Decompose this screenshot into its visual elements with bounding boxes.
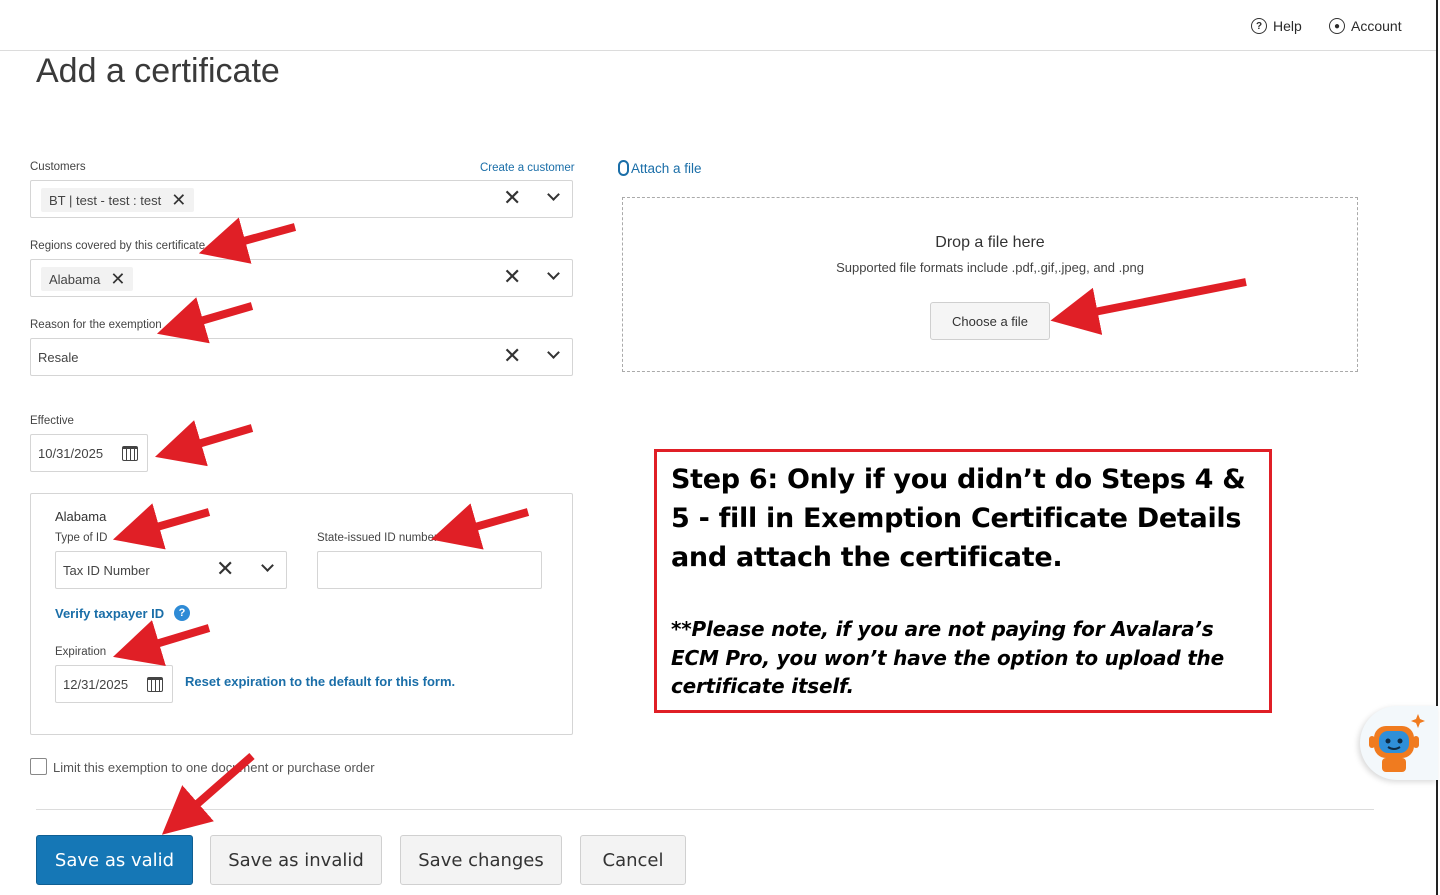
expiration-date-input[interactable]: 12/31/2025: [55, 665, 173, 703]
type-of-id-label: Type of ID: [55, 532, 108, 544]
cancel-button[interactable]: Cancel: [580, 835, 686, 885]
expiration-label: Expiration: [55, 646, 107, 658]
file-dropzone[interactable]: Drop a file here Supported file formats …: [622, 197, 1358, 372]
region-chip-label: Alabama: [49, 271, 101, 287]
help-icon: ?: [1251, 18, 1267, 34]
type-of-id-value: Tax ID Number: [63, 563, 150, 578]
save-as-valid-button[interactable]: Save as valid: [36, 835, 193, 885]
clear-icon[interactable]: ✕: [216, 558, 234, 580]
dropzone-subtitle: Supported file formats include .pdf,.gif…: [836, 260, 1144, 275]
regions-select[interactable]: Alabama ✕ ✕: [30, 259, 573, 297]
account-label: Account: [1351, 18, 1402, 34]
paperclip-icon: [618, 160, 629, 176]
effective-value: 10/31/2025: [38, 446, 104, 461]
attach-file-label: Attach a file: [631, 160, 702, 176]
state-id-label: State-issued ID number: [317, 532, 438, 544]
close-icon[interactable]: ✕: [110, 270, 125, 288]
customers-select[interactable]: BT | test - test : test ✕ ✕: [30, 180, 573, 218]
footer-divider: [36, 809, 1374, 810]
create-customer-link[interactable]: Create a customer: [480, 162, 575, 174]
save-as-invalid-button[interactable]: Save as invalid: [210, 835, 382, 885]
assistant-bot-button[interactable]: [1360, 706, 1438, 780]
regions-label: Regions covered by this certificate: [30, 240, 206, 252]
help-link[interactable]: ? Help: [1251, 18, 1302, 34]
arrow-effective: [154, 420, 254, 467]
assistant-bot-icon: [1369, 714, 1425, 772]
choose-file-button[interactable]: Choose a file: [930, 302, 1050, 340]
chevron-down-icon[interactable]: [547, 188, 560, 201]
expiration-value: 12/31/2025: [63, 677, 129, 692]
type-of-id-select[interactable]: Tax ID Number ✕: [55, 551, 287, 589]
customer-chip-label: BT | test - test : test: [49, 192, 162, 208]
top-bar: ? Help ● Account: [0, 0, 1436, 51]
page-title: Add a certificate: [36, 52, 280, 90]
close-icon[interactable]: ✕: [171, 191, 186, 209]
instruction-callout: Step 6: Only if you didn’t do Steps 4 & …: [654, 449, 1272, 713]
clear-icon[interactable]: ✕: [503, 266, 521, 288]
callout-note: **Please note, if you are not paying for…: [671, 617, 1224, 698]
reset-expiration-link[interactable]: Reset expiration to the default for this…: [185, 674, 455, 689]
limit-checkbox[interactable]: [30, 758, 47, 775]
help-circle-icon[interactable]: ?: [174, 605, 190, 621]
effective-date-input[interactable]: 10/31/2025: [30, 434, 148, 472]
customers-label: Customers: [30, 161, 86, 173]
limit-checkbox-label: Limit this exemption to one document or …: [53, 760, 375, 775]
state-heading: Alabama: [55, 509, 107, 524]
arrow-reason: [156, 297, 254, 344]
calendar-icon[interactable]: [122, 446, 138, 461]
reason-select[interactable]: Resale ✕: [30, 338, 573, 376]
chevron-down-icon[interactable]: [261, 559, 274, 572]
help-label: Help: [1273, 18, 1302, 34]
reason-label: Reason for the exemption: [30, 319, 162, 331]
clear-icon[interactable]: ✕: [503, 345, 521, 367]
state-id-input[interactable]: [317, 551, 542, 589]
reason-value: Resale: [38, 350, 79, 365]
save-changes-button[interactable]: Save changes: [400, 835, 562, 885]
attach-file-link[interactable]: Attach a file: [618, 160, 702, 176]
chevron-down-icon[interactable]: [547, 346, 560, 359]
customer-chip: BT | test - test : test ✕: [41, 188, 195, 212]
arrow-regions: [198, 217, 297, 264]
account-link[interactable]: ● Account: [1329, 18, 1402, 34]
clear-icon[interactable]: ✕: [503, 187, 521, 209]
account-icon: ●: [1329, 18, 1345, 34]
chevron-down-icon[interactable]: [547, 267, 560, 280]
effective-label: Effective: [30, 415, 74, 427]
verify-taxpayer-link[interactable]: Verify taxpayer ID: [55, 606, 164, 621]
region-chip: Alabama ✕: [41, 267, 134, 291]
calendar-icon[interactable]: [147, 677, 163, 692]
callout-title: Step 6: Only if you didn’t do Steps 4 & …: [671, 464, 1246, 573]
dropzone-title: Drop a file here: [935, 234, 1045, 251]
